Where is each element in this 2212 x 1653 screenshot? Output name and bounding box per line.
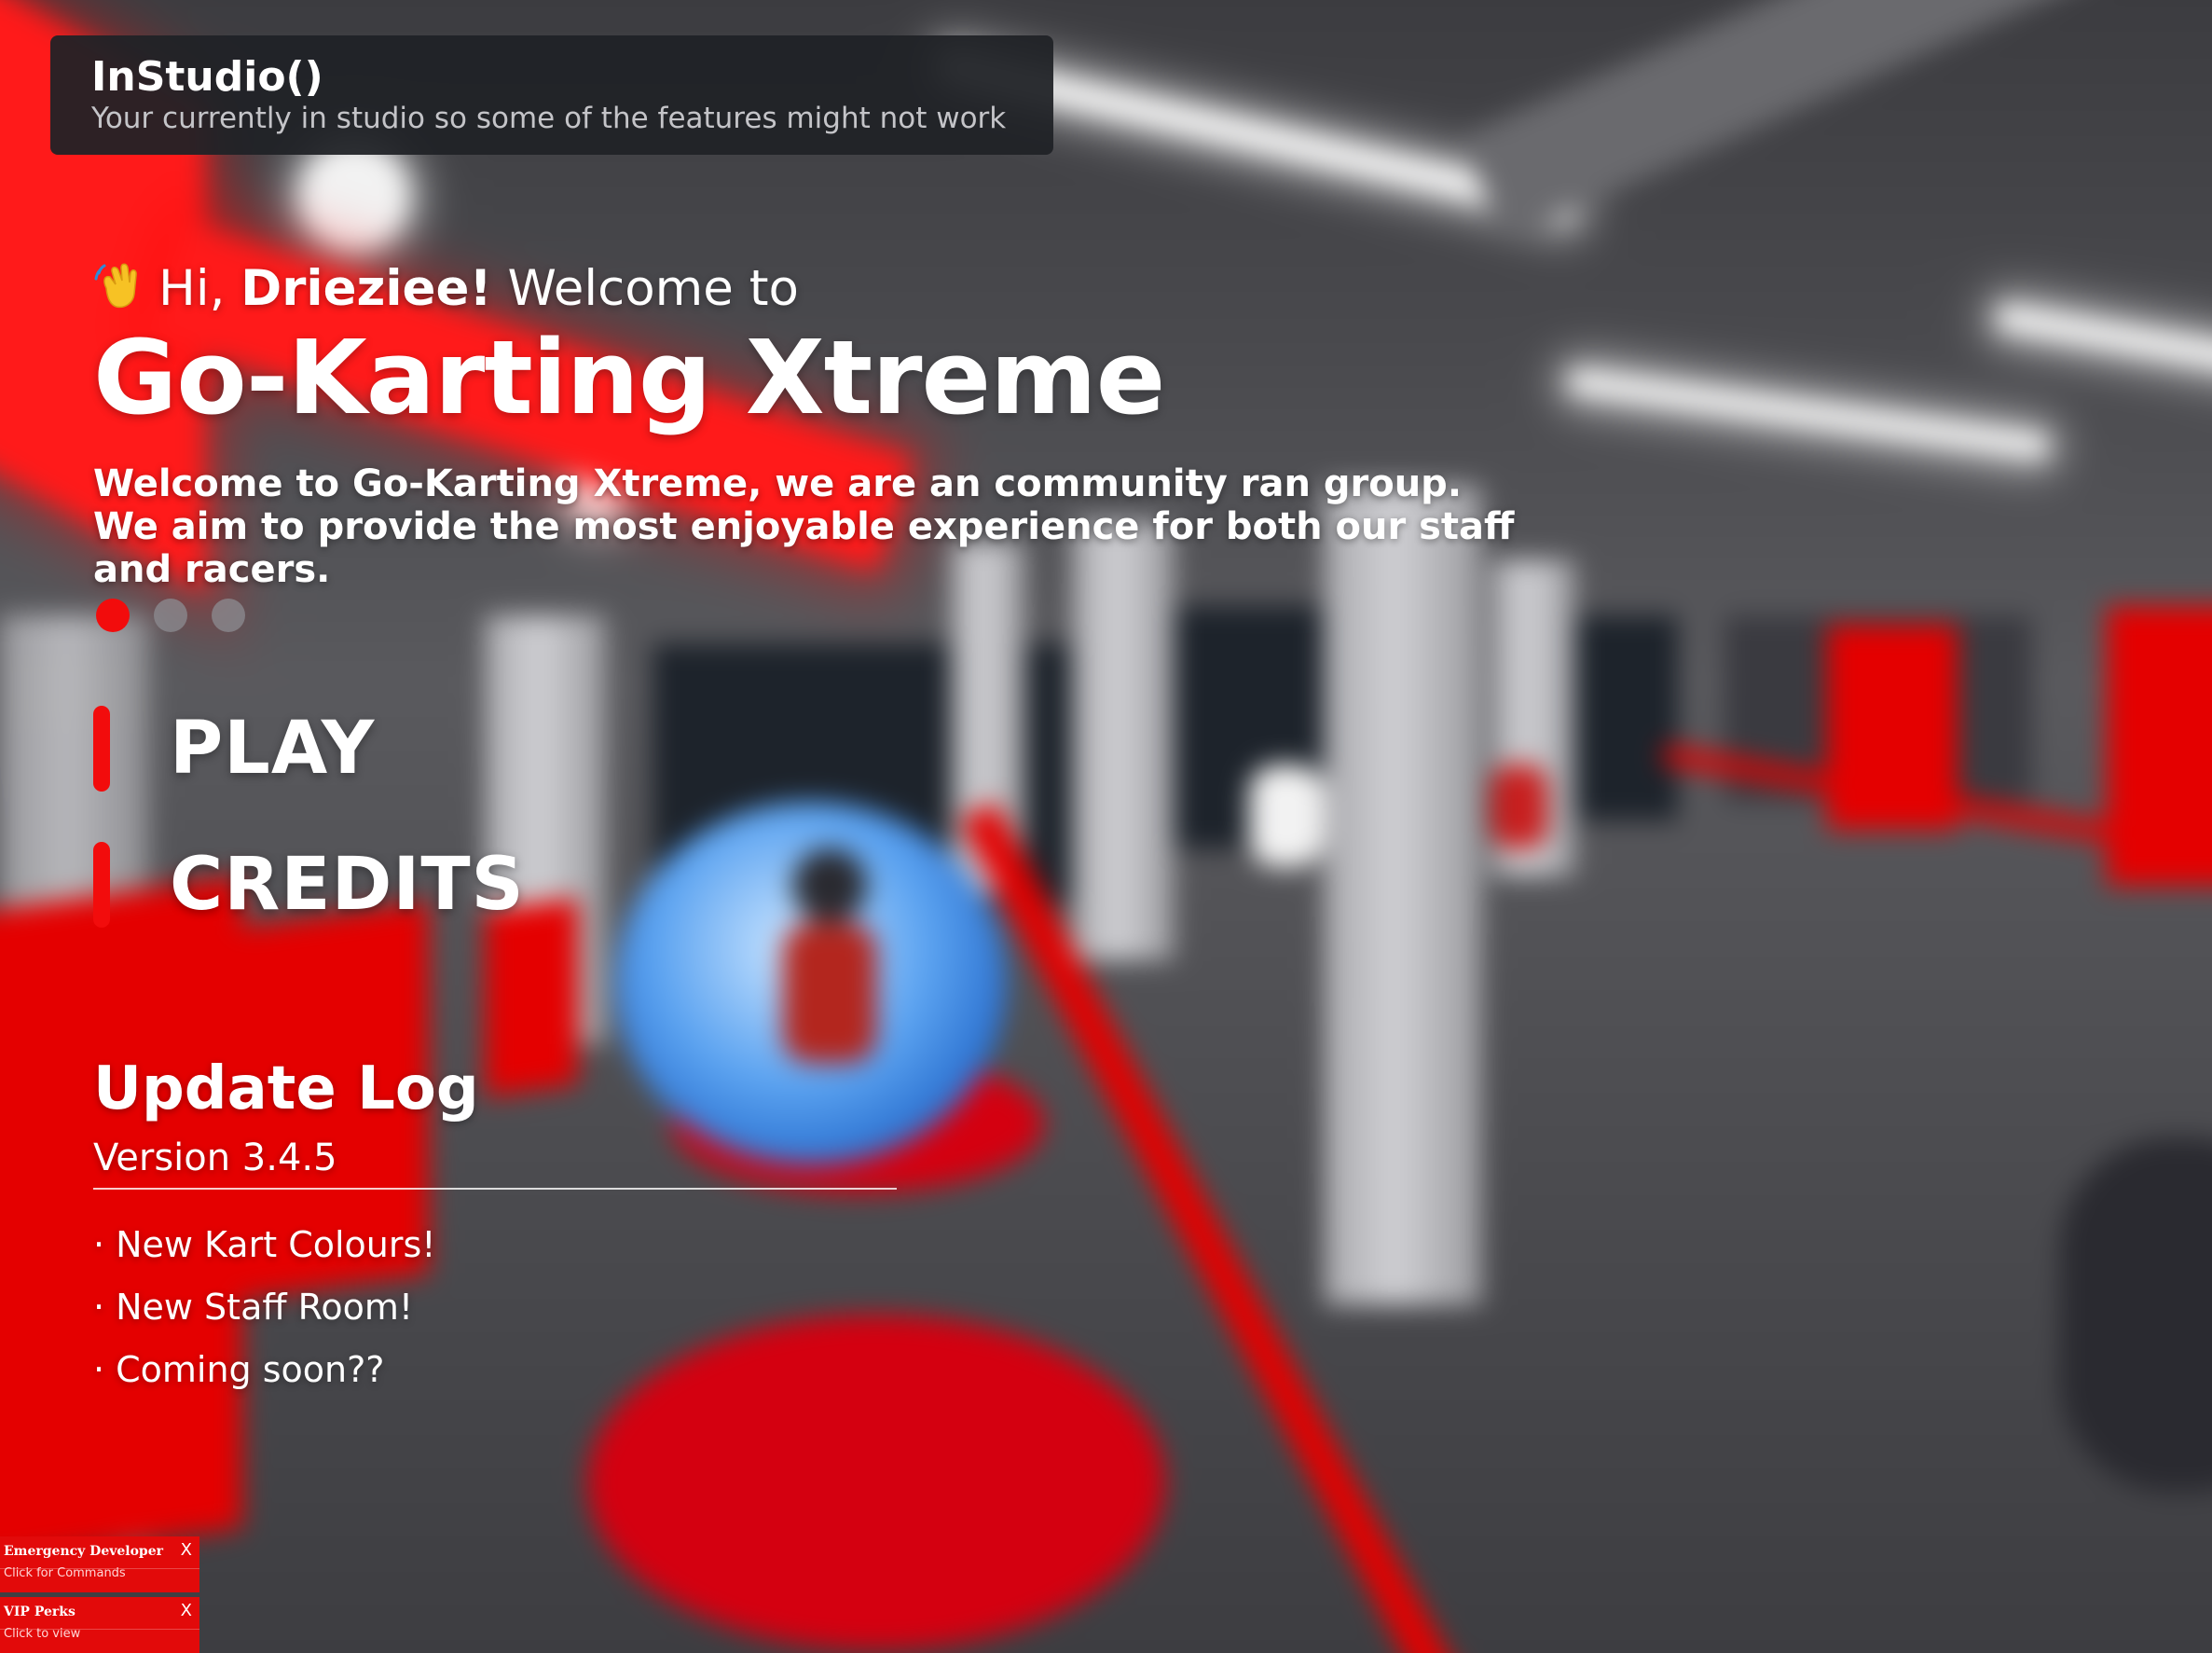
update-log-title: Update Log	[93, 1054, 479, 1123]
game-screen: InStudio() Your currently in studio so s…	[0, 0, 2212, 1653]
player-character	[783, 923, 876, 1063]
list-item: · New Staff Room!	[93, 1276, 436, 1339]
panel-title: Emergency Developer	[4, 1544, 163, 1559]
foreground-object	[2060, 1137, 2212, 1492]
carousel-dot[interactable]	[154, 599, 187, 632]
username: Drieziee!	[240, 260, 492, 317]
red-floor-pad	[587, 1315, 1165, 1650]
list-item: · Coming soon??	[93, 1339, 436, 1401]
panel-divider	[0, 1568, 199, 1569]
play-button-label: PLAY	[170, 707, 376, 791]
panel-subtitle: Click for Commands	[4, 1566, 126, 1580]
play-button-accent	[93, 706, 110, 792]
bullet: ·	[93, 1349, 105, 1390]
carousel-dot[interactable]	[96, 599, 130, 632]
pillar	[1324, 485, 1482, 1305]
banner-message: Your currently in studio so some of the …	[91, 102, 1007, 135]
emergency-developer-panel[interactable]: Emergency Developer Click for Commands X	[0, 1536, 199, 1592]
carousel-indicator	[96, 599, 245, 632]
vip-perks-panel[interactable]: VIP Perks Click to view X	[0, 1597, 199, 1653]
update-log-item: New Staff Room!	[116, 1287, 414, 1328]
update-log-item: Coming soon??	[116, 1349, 385, 1390]
play-button[interactable]: PLAY	[93, 705, 375, 792]
update-log-divider	[93, 1188, 897, 1190]
update-log-list: · New Kart Colours! · New Staff Room! · Com…	[93, 1214, 436, 1401]
panel-title: VIP Perks	[4, 1605, 76, 1619]
npc-character	[1249, 765, 1324, 867]
credits-button-label: CREDITS	[170, 843, 525, 927]
player-head	[792, 848, 867, 923]
game-description: Welcome to Go-Karting Xtreme, we are an …	[93, 462, 1515, 591]
credits-button-accent	[93, 842, 110, 928]
carousel-dot[interactable]	[212, 599, 245, 632]
npc-character	[1491, 765, 1547, 848]
greeting-suffix: Welcome to	[507, 260, 799, 317]
banner-title: InStudio()	[91, 53, 323, 101]
ceiling-lamp	[298, 140, 410, 252]
studio-warning-banner: InStudio() Your currently in studio so s…	[50, 35, 1053, 155]
waving-hand-icon	[94, 263, 137, 309]
update-log-item: New Kart Colours!	[116, 1224, 436, 1265]
bullet: ·	[93, 1224, 105, 1265]
close-icon[interactable]: X	[181, 1601, 192, 1621]
close-icon[interactable]: X	[181, 1540, 192, 1561]
game-world-background	[0, 0, 2212, 1653]
update-log-version: Version 3.4.5	[93, 1136, 337, 1179]
greeting-prefix: Hi,	[158, 260, 226, 317]
bullet: ·	[93, 1287, 105, 1328]
greeting: Hi, Drieziee! Welcome to	[93, 252, 799, 326]
panel-subtitle: Click to view	[4, 1627, 81, 1641]
game-title: Go-Karting Xtreme	[93, 318, 1165, 437]
credits-button[interactable]: CREDITS	[93, 841, 525, 929]
panel-divider	[0, 1629, 199, 1630]
list-item: · New Kart Colours!	[93, 1214, 436, 1276]
